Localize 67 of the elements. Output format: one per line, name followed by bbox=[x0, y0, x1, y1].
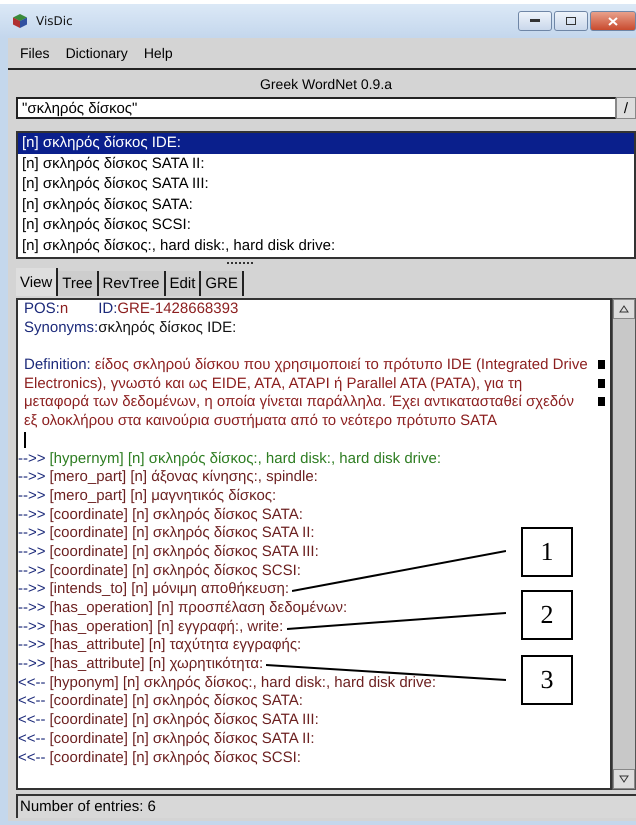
relation-arrow: -->> bbox=[18, 618, 46, 636]
relation-text: [coordinate] [n] σκληρός δίσκος SATA: bbox=[50, 692, 303, 712]
relation-text: [has_operation] [n] προσπέλαση δεδομένων: bbox=[50, 599, 348, 618]
relation-text: [coordinate] [n] σκληρός δίσκος SATA: bbox=[50, 506, 303, 524]
relation-arrow: -->> bbox=[18, 562, 46, 580]
relation-text: [has_attribute] [n] χωρητικότητα: bbox=[50, 655, 264, 674]
field-value: GRE-1428668393 bbox=[117, 300, 238, 319]
relation-arrow: -->> bbox=[18, 468, 46, 487]
tab[interactable]: Tree bbox=[58, 271, 99, 296]
field-label: Synonyms: bbox=[24, 318, 98, 338]
menu-item[interactable]: Help bbox=[144, 45, 173, 61]
window-title: VisDic bbox=[36, 14, 73, 28]
definition-text: εξ ολοκλήρου στα καινούρια συστήματα από το νεότερο πρότυπο SATA bbox=[24, 412, 498, 431]
relation-arrow: -->> bbox=[18, 580, 46, 600]
relation-arrow: <<-- bbox=[18, 692, 46, 712]
relation-text: [coordinate] [n] σκληρός δίσκος SATA II: bbox=[50, 730, 315, 749]
status-bar: Number of entries: 6 bbox=[16, 794, 636, 818]
result-item[interactable]: [n] σκληρός δίσκος SATA II: bbox=[18, 154, 634, 174]
result-item[interactable]: [n] σκληρός δίσκος IDE: bbox=[18, 133, 634, 154]
relation-arrow: -->> bbox=[18, 655, 46, 674]
menu-item[interactable]: Files bbox=[20, 45, 50, 61]
relation-arrow: -->> bbox=[18, 524, 46, 543]
dictionary-title: Greek WordNet 0.9.a bbox=[258, 75, 394, 94]
relation-arrow: <<-- bbox=[18, 711, 46, 730]
relation-text: [coordinate] [n] σκληρός δίσκος SATA III: bbox=[50, 542, 319, 562]
relation-text: [coordinate] [n] σκληρός δίσκος SCSI: bbox=[50, 562, 301, 580]
relation-text: [intends_to] [n] μόνιμη αποθήκευση: bbox=[50, 580, 290, 600]
result-item[interactable]: [n] σκληρός δίσκος SATA III: bbox=[18, 174, 634, 194]
search-field[interactable]: "σκληρός δίσκος" bbox=[16, 97, 616, 119]
tab[interactable]: View bbox=[16, 268, 58, 296]
result-item[interactable]: [n] σκληρός δίσκος SATA: bbox=[18, 194, 634, 215]
result-item[interactable]: [n] σκληρός δίσκος SCSI: bbox=[18, 215, 634, 236]
field-label: ID: bbox=[98, 300, 118, 319]
relation-arrow: -->> bbox=[18, 636, 46, 656]
relation-arrow: <<-- bbox=[18, 730, 46, 749]
relation-text: [has_attribute] [n] ταχύτητα εγγραφής: bbox=[50, 636, 302, 656]
definition-text: Electronics), γνωστό και ως EIDE, ATA, ATAPI ή Parallel ATA (PATA), για τη bbox=[24, 374, 522, 394]
field-value: σκληρός δίσκος IDE: bbox=[98, 318, 236, 338]
relation-text: [coordinate] [n] σκληρός δίσκος SATA II: bbox=[50, 524, 315, 543]
callout-number: 1 bbox=[521, 527, 573, 577]
search-button[interactable]: / bbox=[616, 97, 636, 119]
definition-text: είδος σκληρού δίσκου που χρησιμοποιεί το πρότυπο IDE (Integrated Drive bbox=[94, 356, 588, 375]
callout-number: 3 bbox=[521, 655, 573, 705]
relation-text: [coordinate] [n] σκληρός δίσκος SATA III: bbox=[50, 711, 319, 730]
relation-arrow: <<-- bbox=[18, 674, 46, 692]
field-label: POS: bbox=[24, 300, 60, 319]
relation-arrow: <<-- bbox=[18, 748, 46, 768]
relation-arrow: -->> bbox=[18, 599, 46, 618]
relation-text: [hyponym] [n] σκληρός δίσκος:, hard disk:, hard disk drive: bbox=[50, 674, 436, 692]
relation-arrow: -->> bbox=[18, 542, 46, 562]
tab[interactable]: Edit bbox=[166, 271, 202, 296]
tab[interactable]: RevTree bbox=[98, 271, 166, 296]
tab[interactable]: GRE bbox=[201, 271, 244, 296]
relation-arrow: -->> bbox=[18, 450, 46, 468]
definition-text: μεταφορά των δεδομένων, η οποία γίνεται παράλληλα. Έχει αντικατασταθεί σχεδόν bbox=[24, 393, 574, 412]
result-item[interactable]: [n] σκληρός δίσκος:, hard disk:, hard disk drive: bbox=[18, 236, 634, 256]
field-label: Definition: bbox=[24, 356, 91, 375]
relation-text: [coordinate] [n] σκληρός δίσκος SCSI: bbox=[50, 748, 301, 768]
relation-arrow: -->> bbox=[18, 506, 46, 524]
menu-item[interactable]: Dictionary bbox=[66, 45, 128, 61]
relation-text: [has_operation] [n] εγγραφή:, write: bbox=[50, 618, 284, 636]
field-value: n bbox=[60, 300, 68, 319]
relation-arrow: -->> bbox=[18, 486, 46, 506]
relation-text: [mero_part] [n] μαγνητικός δίσκος: bbox=[50, 486, 276, 506]
relation-text: [mero_part] [n] άξονας κίνησης:, spindle: bbox=[50, 468, 318, 487]
relation-text: [hypernym] [n] σκληρός δίσκος:, hard disk:, hard disk drive: bbox=[50, 450, 442, 468]
callout-number: 2 bbox=[521, 590, 573, 640]
